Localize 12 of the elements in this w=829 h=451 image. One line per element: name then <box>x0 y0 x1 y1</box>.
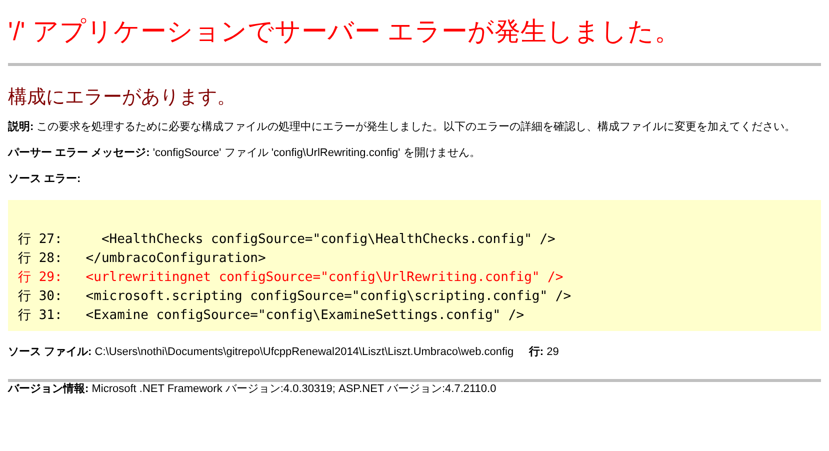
code-line: 行 30: <microsoft.scripting configSource="config\scripting.config" /> <box>18 288 572 306</box>
description-text: 説明: この要求を処理するために必要な構成ファイルの処理中にエラーが発生しました。以下のエラーの詳細を確認し、構成ファイルに変更を加えてください。 <box>8 120 797 134</box>
error-title: '/' アプリケーションでサーバー エラーが発生しました。 <box>8 15 682 48</box>
code-line: 行 31: <Examine configSource="config\ExamineSettings.config" /> <box>18 307 526 325</box>
code-line: 行 27: <HealthChecks configSource="config\HealthChecks.config" /> <box>18 231 556 249</box>
error-subtitle: 構成にエラーがあります。 <box>8 86 237 110</box>
code-line: 行 28: </umbracoConfiguration> <box>18 250 267 268</box>
source-file-text: ソース ファイル: C:\Users\nothi\Documents\gitrepo\UfcppRenewal2014\Liszt\Liszt.Umbraco\web.config 行: 29 <box>8 345 560 359</box>
parser-error-message: パーサー エラー メッセージ: 'configSource' ファイル 'config\UrlRewriting.config' を開けません。 <box>8 146 482 160</box>
source-error-label: ソース エラー: <box>8 172 82 186</box>
version-info-text: バージョン情報: Microsoft .NET Framework バージョン:4.0.30319; ASP.NET バージョン:4.7.2110.0 <box>8 382 498 396</box>
code-line: 行 29: <urlrewritingnet configSource="config\UrlRewriting.config" /> <box>18 269 564 287</box>
